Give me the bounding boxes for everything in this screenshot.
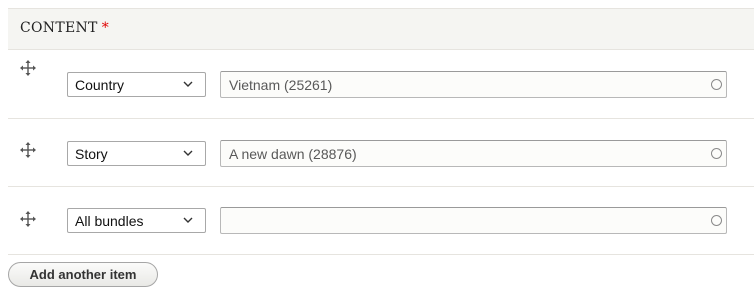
table-row: Story A new dawn (28876): [8, 119, 754, 187]
drag-handle-icon[interactable]: [20, 211, 36, 227]
entity-reference-input[interactable]: A new dawn (28876): [220, 140, 727, 167]
autocomplete-icon: [711, 79, 722, 90]
bundle-select[interactable]: Country: [67, 72, 206, 97]
entity-reference-input[interactable]: [220, 207, 727, 234]
bundle-select-value: Country: [75, 77, 125, 93]
autocomplete-icon: [711, 148, 722, 159]
chevron-down-icon: [183, 217, 193, 223]
entity-reference-value: Vietnam (25261): [229, 77, 333, 93]
autocomplete-icon: [711, 215, 722, 226]
entity-reference-value: A new dawn (28876): [229, 146, 357, 162]
bundle-select-value: Story: [75, 146, 108, 162]
drag-handle-icon[interactable]: [20, 60, 36, 76]
section-title-text: CONTENT: [20, 20, 98, 36]
bundle-select[interactable]: Story: [67, 141, 206, 166]
chevron-down-icon: [183, 150, 193, 156]
required-marker: *: [101, 20, 109, 36]
drag-handle-icon[interactable]: [20, 142, 36, 158]
bundle-select-value: All bundles: [75, 213, 144, 229]
section-title: CONTENT *: [20, 20, 109, 36]
add-another-item-button[interactable]: Add another item: [8, 262, 158, 287]
chevron-down-icon: [183, 81, 193, 87]
table-row: Country Vietnam (25261): [8, 51, 754, 119]
entity-reference-input[interactable]: Vietnam (25261): [220, 71, 727, 98]
table-row: All bundles: [8, 187, 754, 255]
section-header: CONTENT *: [8, 8, 754, 50]
bundle-select[interactable]: All bundles: [67, 208, 206, 233]
